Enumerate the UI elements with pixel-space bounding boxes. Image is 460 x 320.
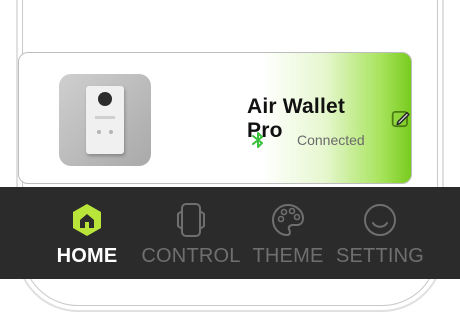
- app-frame: Air Wallet Pro Connected HOME CONTROL TH…: [0, 0, 460, 320]
- nav-item-control[interactable]: CONTROL: [136, 187, 246, 279]
- nav-label-home: HOME: [56, 245, 118, 267]
- device-button: [97, 130, 101, 134]
- smile-settings-icon: [364, 204, 396, 236]
- device-slot: [95, 116, 115, 119]
- nav-label-theme: THEME: [252, 245, 324, 267]
- device-control-icon: [177, 203, 205, 237]
- nav-item-setting[interactable]: SETTING: [334, 187, 426, 279]
- device-thumbnail: [59, 74, 151, 166]
- device-card[interactable]: Air Wallet Pro Connected: [18, 52, 412, 184]
- device-button: [109, 130, 113, 134]
- nav-item-theme[interactable]: THEME: [248, 187, 328, 279]
- connection-status-row: Connected: [251, 131, 365, 149]
- device-image: [86, 86, 124, 154]
- bluetooth-icon: [252, 132, 263, 148]
- palette-icon: [271, 203, 305, 237]
- nav-label-setting: SETTING: [335, 245, 425, 267]
- nav-label-control: CONTROL: [141, 245, 241, 267]
- home-hexagon-icon: [73, 204, 101, 236]
- nav-item-home[interactable]: HOME: [50, 187, 124, 279]
- bottom-navigation: HOME CONTROL THEME SETTING: [0, 187, 460, 279]
- edit-icon[interactable]: [390, 108, 412, 130]
- connection-status: Connected: [297, 132, 365, 148]
- device-camera-ring: [98, 92, 112, 106]
